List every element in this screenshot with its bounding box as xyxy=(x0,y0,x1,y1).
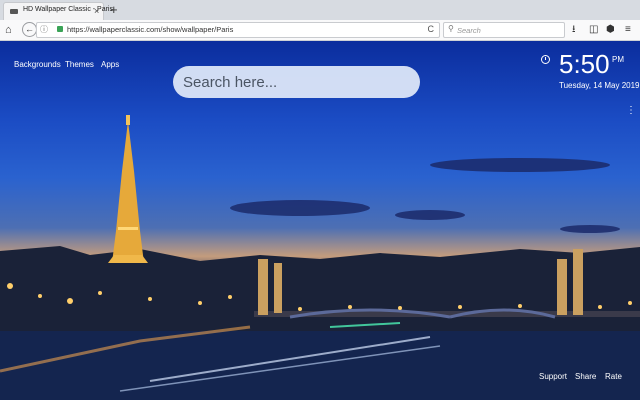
clock-time: 5:50 xyxy=(559,49,610,79)
nav-themes-link[interactable]: Themes xyxy=(65,60,94,69)
rate-link[interactable]: Rate xyxy=(605,372,622,381)
tab-close-icon[interactable]: × xyxy=(94,5,99,17)
share-link[interactable]: Share xyxy=(575,372,596,381)
search-box xyxy=(173,66,420,98)
info-icon[interactable]: ⓘ xyxy=(40,24,48,35)
new-tab-page: Backgrounds Themes Apps 5:50 PM Tuesday,… xyxy=(0,41,640,400)
sidebar-icon[interactable]: ◫ xyxy=(589,23,598,37)
home-icon[interactable]: ⌂ xyxy=(5,23,12,37)
tab-strip: HD Wallpaper Classic - Paris × + xyxy=(0,0,640,20)
browser-search-box[interactable]: ⚲ Search xyxy=(443,22,565,38)
url-text[interactable]: https://wallpaperclassic.com/show/wallpa… xyxy=(67,25,233,34)
nav-apps-link[interactable]: Apps xyxy=(101,60,119,69)
browser-tab[interactable]: HD Wallpaper Classic - Paris × xyxy=(3,2,113,20)
tab-title: HD Wallpaper Classic - Paris xyxy=(23,6,113,13)
site-favicon-icon xyxy=(10,9,18,14)
hamburger-menu-icon[interactable]: ≡ xyxy=(625,23,631,37)
search-input[interactable] xyxy=(183,72,408,92)
support-link[interactable]: Support xyxy=(539,372,567,381)
nav-backgrounds-link[interactable]: Backgrounds xyxy=(14,60,61,69)
more-icon[interactable]: ⋮ xyxy=(626,105,636,116)
address-bar[interactable]: ⓘ https://wallpaperclassic.com/show/wall… xyxy=(36,22,440,38)
download-icon[interactable]: ⭳ xyxy=(572,23,576,37)
new-tab-button[interactable]: + xyxy=(110,2,118,18)
browser-toolbar: ⌂ ← ⓘ https://wallpaperclassic.com/show/… xyxy=(0,20,640,41)
lock-icon xyxy=(57,26,63,32)
search-icon: ⚲ xyxy=(448,24,454,33)
clock-ampm: PM xyxy=(612,55,624,64)
clock-icon[interactable] xyxy=(541,55,550,64)
back-arrow-icon[interactable]: ← xyxy=(22,22,37,37)
browser-search-placeholder: Search xyxy=(457,26,481,35)
extension-icon[interactable]: ⬢ xyxy=(606,23,615,37)
clock-date: Tuesday, 14 May 2019 xyxy=(559,81,640,90)
reload-icon[interactable]: C xyxy=(428,24,435,34)
